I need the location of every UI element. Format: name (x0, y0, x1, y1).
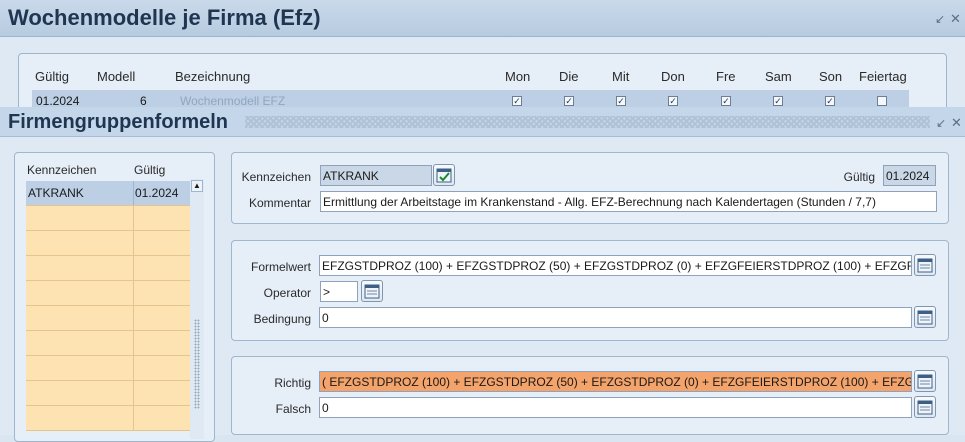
list-item-empty[interactable] (26, 406, 190, 431)
bedingung-label: Bedingung (253, 312, 311, 326)
list-header-gueltig: Gültig (134, 163, 166, 177)
kommentar-field[interactable]: Ermittlung der Arbeitstage im Krankensta… (320, 191, 937, 212)
formelwert-edit-button[interactable] (914, 254, 936, 276)
falsch-label: Falsch (275, 402, 311, 416)
list-item[interactable]: ATKRANK 01.2024 (26, 181, 190, 206)
checkbox-fre[interactable]: ✓ (721, 96, 731, 106)
list-item-empty[interactable] (26, 281, 190, 306)
col-header-mit: Mit (612, 69, 630, 84)
minimize-icon[interactable]: ↙ (936, 116, 946, 130)
operator-edit-button[interactable] (361, 280, 383, 302)
col-header-mon: Mon (505, 69, 531, 84)
falsch-edit-button[interactable] (914, 396, 936, 418)
front-window-title: Firmengruppenformeln (8, 111, 229, 133)
gueltig-label: Gültig (843, 170, 875, 184)
close-icon[interactable]: ✕ (950, 11, 961, 27)
titlebar-grip (245, 116, 930, 128)
confirm-button[interactable] (433, 164, 455, 186)
checkbox-son[interactable]: ✓ (825, 96, 835, 106)
check-icon (436, 168, 452, 183)
result-panel (231, 356, 949, 435)
list-item-kennzeichen: ATKRANK (28, 186, 84, 200)
back-window-title: Wochenmodelle je Firma (Efz) (8, 5, 321, 30)
calendar-icon (364, 284, 380, 299)
col-header-sam: Sam (765, 69, 792, 84)
gueltig-field[interactable]: 01.2024 (883, 165, 936, 186)
operator-label: Operator (263, 286, 311, 300)
bedingung-edit-button[interactable] (914, 306, 936, 328)
calendar-icon (917, 310, 933, 325)
richtig-field[interactable]: ( EFZGSTDPROZ (100) + EFZGSTDPROZ (50) +… (319, 371, 912, 392)
list-item-empty[interactable] (26, 306, 190, 331)
checkbox-mon[interactable]: ✓ (512, 96, 522, 106)
kennzeichen-field[interactable]: ATKRANK (320, 165, 432, 186)
back-window-titlebar: Wochenmodelle je Firma (Efz) ↙ ✕ (0, 0, 965, 37)
header-panel (231, 152, 949, 224)
minimize-icon[interactable]: ↙ (935, 12, 945, 26)
kennzeichen-label: Kennzeichen (241, 170, 311, 184)
checkbox-don[interactable]: ✓ (668, 96, 678, 106)
row-modell: 6 (140, 94, 147, 108)
list-item-empty[interactable] (26, 356, 190, 381)
list-item-empty[interactable] (26, 231, 190, 256)
formelwert-label: Formelwert (250, 260, 311, 274)
richtig-edit-button[interactable] (914, 370, 936, 392)
list-item-empty[interactable] (26, 381, 190, 406)
formelwert-field[interactable]: EFZGSTDPROZ (100) + EFZGSTDPROZ (50) + E… (319, 255, 912, 276)
row-gueltig: 01.2024 (36, 94, 80, 108)
calendar-icon (917, 374, 933, 389)
list-scrollbar[interactable]: ▲ (190, 179, 204, 439)
col-header-gueltig: Gültig (35, 69, 69, 84)
checkbox-sam[interactable]: ✓ (773, 96, 783, 106)
list-item-gueltig: 01.2024 (135, 186, 179, 200)
row-bezeichnung: Wochenmodell EFZ (180, 94, 286, 108)
scrollbar-grip[interactable] (194, 319, 200, 409)
col-header-die: Die (559, 69, 579, 84)
falsch-field[interactable]: 0 (319, 397, 912, 418)
list-header-kennzeichen: Kennzeichen (27, 163, 97, 177)
checkbox-mit[interactable]: ✓ (616, 96, 626, 106)
calendar-icon (917, 400, 933, 415)
calendar-icon (917, 258, 933, 273)
richtig-label: Richtig (274, 376, 311, 390)
bedingung-field[interactable]: 0 (319, 307, 912, 328)
checkbox-feiertag[interactable] (877, 96, 887, 106)
col-header-feiertag: Feiertag (859, 69, 907, 84)
col-header-fre: Fre (716, 69, 736, 84)
col-header-bezeichnung: Bezeichnung (175, 69, 251, 84)
col-header-don: Don (661, 69, 685, 84)
list-item-empty[interactable] (26, 256, 190, 281)
front-window-titlebar: Firmengruppenformeln ↙ ✕ (0, 107, 965, 137)
scroll-up-icon[interactable]: ▲ (191, 180, 203, 192)
kommentar-label: Kommentar (248, 196, 311, 210)
col-header-modell: Modell (97, 69, 136, 84)
close-icon[interactable]: ✕ (951, 115, 962, 131)
list-item-empty[interactable] (26, 331, 190, 356)
list-item-empty[interactable] (26, 206, 190, 231)
operator-field[interactable]: > (320, 281, 358, 302)
checkbox-die[interactable]: ✓ (564, 96, 574, 106)
col-header-son: Son (819, 69, 843, 84)
